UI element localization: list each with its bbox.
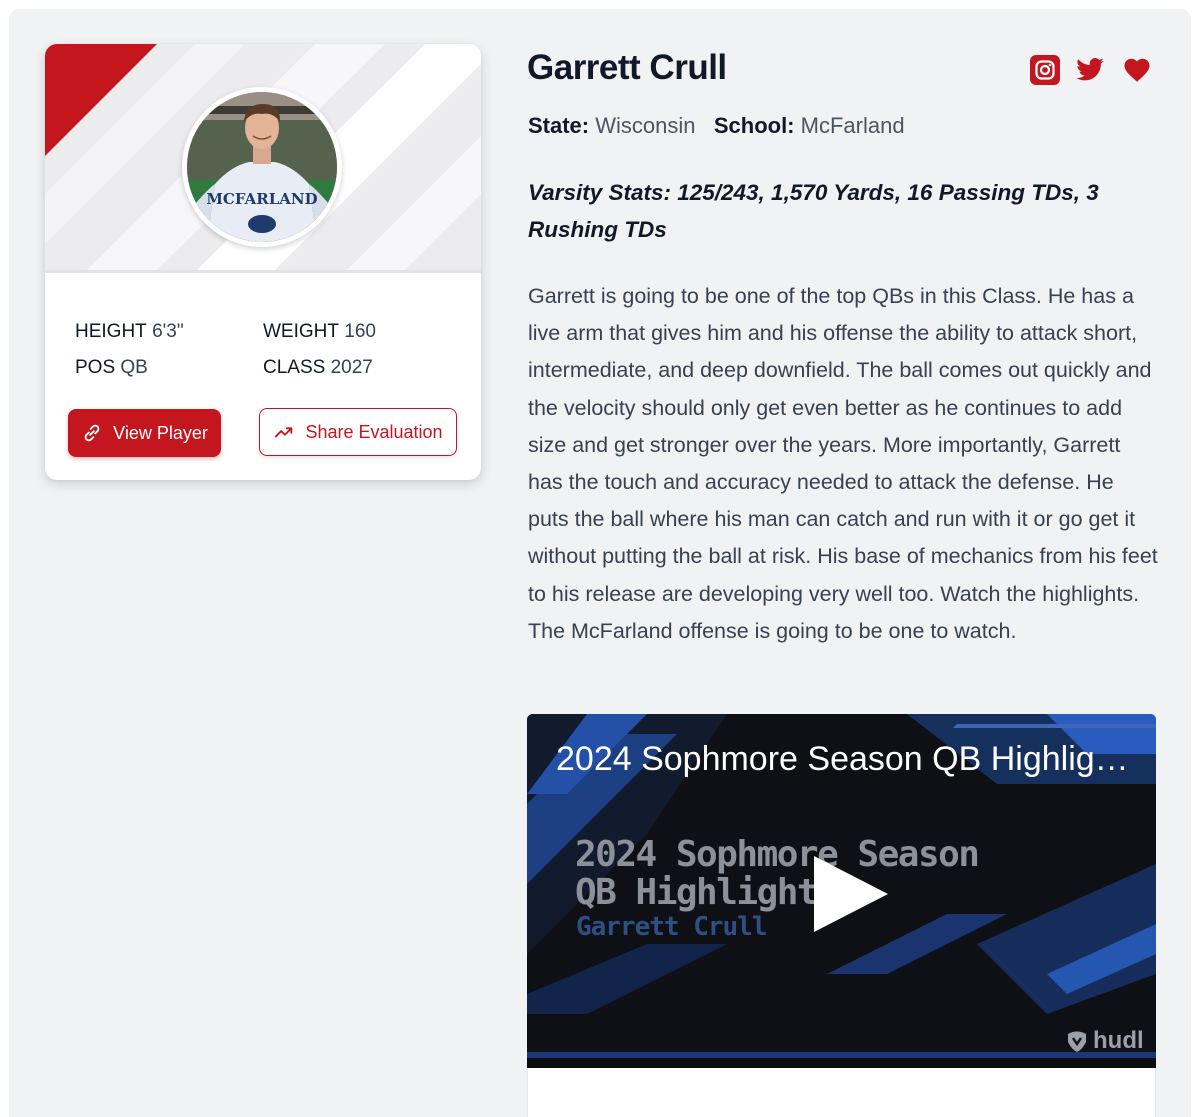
share-evaluation-label: Share Evaluation (305, 421, 443, 442)
player-card: MCFARLAND HEIGHT 6'3" WEIGHT 160 POS QB … (45, 44, 481, 480)
state-label: State: (528, 113, 590, 138)
share-evaluation-button[interactable]: Share Evaluation (259, 408, 457, 456)
video-title: 2024 Sophmore Season QB Highlights (556, 740, 1131, 778)
video-embed[interactable]: 2024 Sophmore Season QB Highlights 2024 … (527, 714, 1156, 1068)
height-value: 6'3" (152, 321, 184, 342)
avatar: MCFARLAND (182, 87, 342, 247)
state-value: Wisconsin (595, 113, 696, 138)
varsity-stats: Varsity Stats: 125/243, 1,570 Yards, 16 … (528, 180, 1099, 242)
thumbnail-title-line1: 2024 Sophmore Season (575, 834, 980, 875)
trending-up-icon (275, 427, 293, 438)
pos-value: QB (120, 357, 148, 378)
link-icon (84, 424, 100, 442)
player-location: State: Wisconsin School: McFarland (528, 113, 905, 139)
player-name: Garrett Crull (527, 48, 727, 87)
video-footer (527, 1068, 1156, 1117)
school-value: McFarland (800, 113, 905, 138)
pos-label: POS (75, 357, 116, 378)
school-label: School: (713, 113, 795, 138)
height-label: HEIGHT (75, 321, 147, 342)
view-player-label: View Player (113, 422, 208, 443)
class-value: 2027 (330, 357, 373, 378)
stat-class: CLASS 2027 (263, 357, 373, 379)
hudl-logo: hudl (1064, 1027, 1144, 1055)
stat-height: HEIGHT 6'3" (75, 321, 184, 343)
view-player-button[interactable]: View Player (68, 409, 221, 457)
class-label: CLASS (263, 357, 326, 378)
weight-label: WEIGHT (263, 321, 339, 342)
stat-weight: WEIGHT 160 (263, 321, 376, 343)
banner-divider (45, 270, 481, 273)
thumbnail-title-line2: QB Highlights (575, 872, 839, 913)
hudl-wordmark: hudl (1093, 1027, 1144, 1054)
twitter-icon[interactable] (1075, 55, 1105, 85)
player-photo: MCFARLAND (187, 92, 337, 242)
thumbnail-player-name: Garrett Crull (576, 912, 767, 942)
instagram-icon[interactable] (1030, 55, 1060, 85)
player-bio: Garrett is going to be one of the top QB… (528, 284, 1158, 643)
hudl-badge-icon (1068, 1031, 1086, 1052)
play-icon[interactable] (812, 854, 892, 934)
heart-icon[interactable] (1122, 55, 1152, 85)
jersey-text: MCFARLAND (206, 190, 317, 208)
stat-position: POS QB (75, 357, 148, 379)
weight-value: 160 (344, 321, 376, 342)
